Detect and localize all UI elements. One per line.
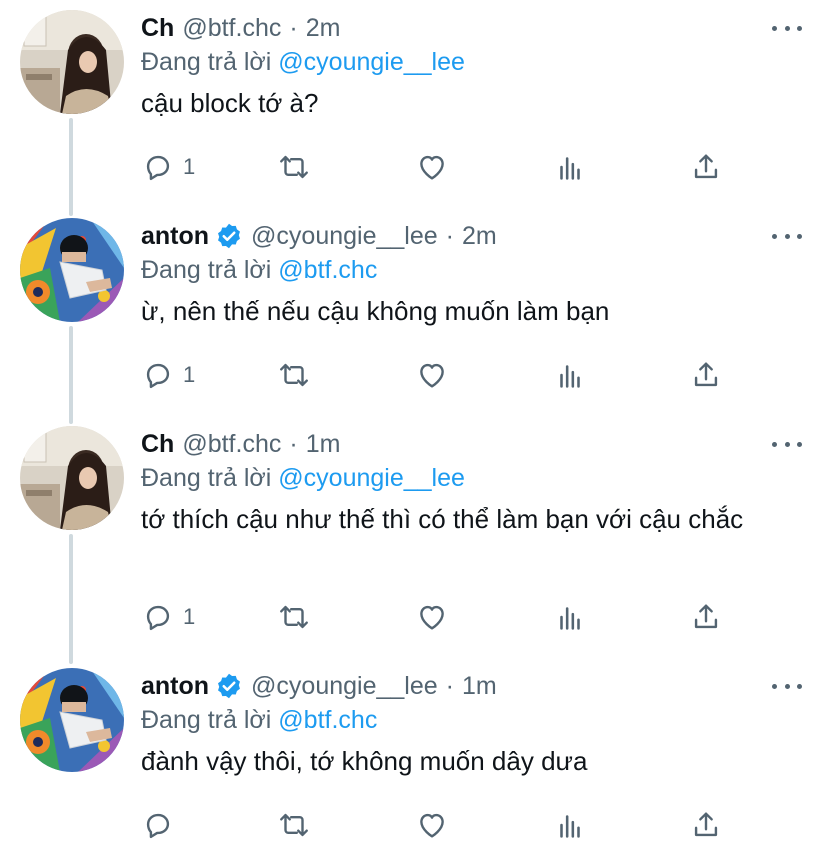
analytics-icon	[560, 365, 580, 388]
replying-to: Đang trả lời @cyoungie__lee	[141, 464, 465, 493]
reply-count: 1	[183, 154, 196, 179]
like-button[interactable]	[415, 807, 449, 843]
tweet[interactable]: Ch @btf.chc · 1m Đang trả lời @cyoungie_…	[0, 416, 828, 656]
retweet-icon	[280, 155, 308, 179]
author-handle[interactable]: @cyoungie__lee	[251, 222, 438, 251]
heart-icon	[420, 605, 444, 630]
meta-separator: ·	[445, 221, 454, 250]
author-handle[interactable]: @btf.chc	[182, 14, 281, 43]
reply-icon	[146, 155, 170, 181]
analytics-icon	[560, 157, 580, 180]
author-name[interactable]: Ch	[141, 14, 174, 43]
replying-label: Đang trả lời	[141, 256, 272, 284]
more-options-icon[interactable]	[772, 16, 802, 40]
meta-separator: ·	[445, 671, 454, 700]
author-handle[interactable]: @cyoungie__lee	[251, 672, 438, 701]
avatar[interactable]	[20, 218, 124, 322]
reply-mention-link[interactable]: @btf.chc	[278, 256, 377, 284]
retweet-button[interactable]	[277, 807, 311, 843]
retweet-button[interactable]	[277, 149, 311, 185]
reply-mention-link[interactable]: @cyoungie__lee	[278, 464, 465, 492]
share-button[interactable]	[689, 357, 723, 393]
analytics-icon	[560, 815, 580, 838]
avatar-boy-mural-icon	[20, 218, 124, 322]
reply-icon	[146, 813, 170, 839]
replying-to: Đang trả lời @cyoungie__lee	[141, 48, 465, 77]
reply-icon	[146, 363, 170, 389]
meta-separator: ·	[289, 429, 298, 458]
more-options-icon[interactable]	[772, 224, 802, 248]
replying-label: Đang trả lời	[141, 48, 272, 76]
like-button[interactable]	[415, 357, 449, 393]
replying-to: Đang trả lời @btf.chc	[141, 706, 377, 735]
share-icon	[694, 154, 718, 179]
more-options-icon[interactable]	[772, 432, 802, 456]
tweet-text: tớ thích cậu như thế thì có thể làm bạn …	[141, 504, 744, 534]
like-button[interactable]	[415, 599, 449, 635]
replying-to: Đang trả lời @btf.chc	[141, 256, 377, 285]
reply-count: 1	[183, 362, 196, 387]
replying-label: Đang trả lời	[141, 706, 272, 734]
retweet-icon	[280, 605, 308, 629]
reply-button[interactable]	[141, 807, 183, 843]
author-handle[interactable]: @btf.chc	[182, 430, 281, 459]
reply-icon	[146, 605, 170, 631]
share-icon	[694, 812, 718, 837]
retweet-button[interactable]	[277, 599, 311, 635]
tweet[interactable]: anton @cyoungie__lee · 1m Đang trả lời @…	[0, 658, 828, 859]
author-name[interactable]: anton	[141, 672, 209, 701]
reply-button[interactable]: 1	[141, 357, 195, 393]
avatar[interactable]	[20, 426, 124, 530]
share-icon	[694, 362, 718, 387]
author-name[interactable]: Ch	[141, 430, 174, 459]
avatar[interactable]	[20, 10, 124, 114]
analytics-icon	[560, 607, 580, 630]
reply-mention-link[interactable]: @btf.chc	[278, 706, 377, 734]
share-button[interactable]	[689, 807, 723, 843]
tweet[interactable]: anton @cyoungie__lee · 2m Đang trả lời @…	[0, 208, 828, 416]
heart-icon	[420, 363, 444, 388]
avatar[interactable]	[20, 668, 124, 772]
heart-icon	[420, 155, 444, 180]
analytics-button[interactable]	[553, 599, 587, 635]
tweet-timestamp[interactable]: 2m	[306, 14, 341, 43]
retweet-icon	[280, 363, 308, 387]
retweet-icon	[280, 813, 308, 837]
reply-button[interactable]: 1	[141, 149, 195, 185]
more-options-icon[interactable]	[772, 674, 802, 698]
analytics-button[interactable]	[553, 357, 587, 393]
share-button[interactable]	[689, 149, 723, 185]
reply-count: 1	[183, 604, 196, 629]
reply-button[interactable]: 1	[141, 599, 195, 635]
author-name[interactable]: anton	[141, 222, 209, 251]
reply-mention-link[interactable]: @cyoungie__lee	[278, 48, 465, 76]
heart-icon	[420, 813, 444, 838]
verified-badge-icon	[218, 673, 241, 699]
avatar-girl-icon	[20, 10, 124, 114]
analytics-button[interactable]	[553, 149, 587, 185]
tweet[interactable]: Ch @btf.chc · 2m Đang trả lời @cyoungie_…	[0, 0, 828, 208]
tweet-text: cậu block tớ à?	[141, 88, 319, 118]
verified-badge-icon	[218, 223, 241, 249]
tweet-timestamp[interactable]: 2m	[462, 222, 497, 251]
meta-separator: ·	[289, 13, 298, 42]
tweet-timestamp[interactable]: 1m	[306, 430, 341, 459]
tweet-timestamp[interactable]: 1m	[462, 672, 497, 701]
avatar-girl-icon	[20, 426, 124, 530]
tweet-text: ừ, nên thế nếu cậu không muốn làm bạn	[141, 296, 610, 326]
replying-label: Đang trả lời	[141, 464, 272, 492]
share-icon	[694, 604, 718, 629]
tweet-text: đành vậy thôi, tớ không muốn dây dưa	[141, 746, 588, 776]
share-button[interactable]	[689, 599, 723, 635]
like-button[interactable]	[415, 149, 449, 185]
analytics-button[interactable]	[553, 807, 587, 843]
avatar-boy-mural-icon	[20, 668, 124, 772]
retweet-button[interactable]	[277, 357, 311, 393]
